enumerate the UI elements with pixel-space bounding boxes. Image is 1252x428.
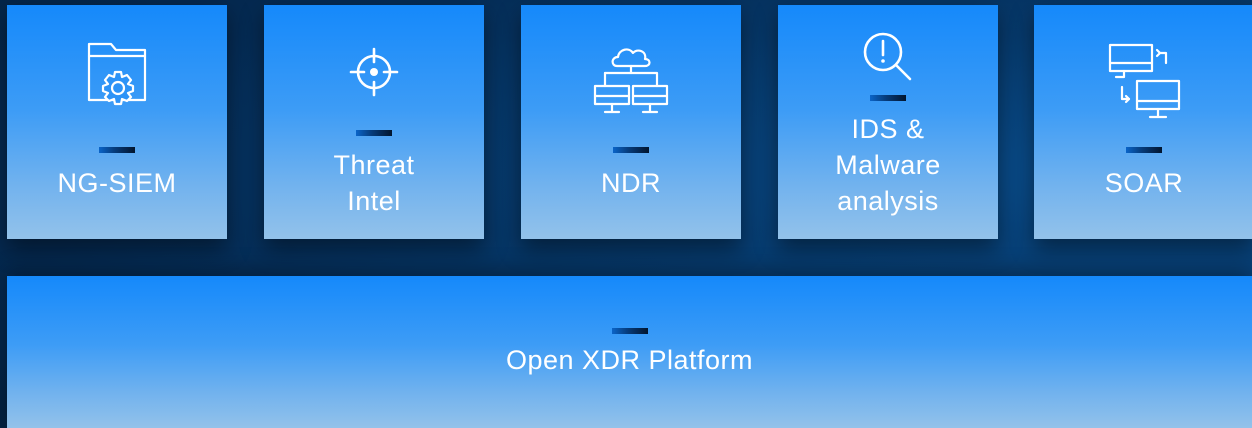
- module-card-soar[interactable]: SOAR: [1034, 5, 1252, 239]
- accent-dash: [611, 328, 648, 334]
- module-label-line: analysis: [837, 186, 939, 216]
- module-card-threat-intel[interactable]: Threat Intel: [264, 5, 484, 239]
- monitor-exchange-icon: [1104, 43, 1184, 123]
- module-label-line: Intel: [347, 186, 401, 216]
- module-label-line: NDR: [601, 168, 661, 198]
- module-label: SOAR: [1034, 165, 1252, 201]
- module-card-ndr[interactable]: NDR: [521, 5, 741, 239]
- accent-dash: [356, 130, 392, 136]
- module-card-ng-siem[interactable]: NG-SIEM: [7, 5, 227, 239]
- accent-dash: [870, 95, 906, 101]
- module-label: IDS & Malware analysis: [778, 111, 998, 219]
- module-label: Threat Intel: [264, 147, 484, 219]
- crosshair-icon: [347, 45, 401, 99]
- module-label-line: Malware: [835, 150, 941, 180]
- accent-dash: [99, 147, 135, 153]
- module-card-ids-malware[interactable]: IDS & Malware analysis: [778, 5, 998, 239]
- module-label-line: IDS &: [851, 114, 925, 144]
- module-label-line: SOAR: [1104, 168, 1184, 198]
- module-label: NG-SIEM: [7, 165, 227, 201]
- folder-gear-icon: [85, 42, 149, 110]
- platform-bar[interactable]: Open XDR Platform: [7, 276, 1252, 428]
- module-label: NDR: [521, 165, 741, 201]
- accent-dash: [613, 147, 649, 153]
- module-label-line: NG-SIEM: [57, 168, 177, 198]
- alert-search-icon: [858, 29, 918, 85]
- accent-dash: [1126, 147, 1162, 153]
- module-label-line: Threat: [333, 150, 415, 180]
- platform-label: Open XDR Platform: [505, 345, 754, 375]
- cloud-network-icon: [591, 38, 671, 118]
